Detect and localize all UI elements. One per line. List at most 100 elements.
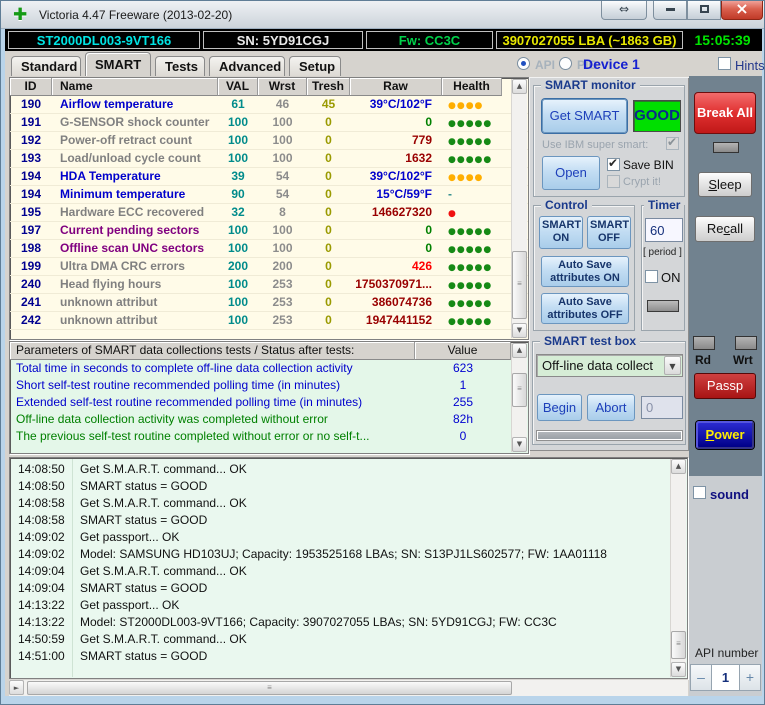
api-radio[interactable] [517, 57, 530, 70]
sound-checkbox[interactable] [693, 486, 706, 499]
log-line: 14:08:58 SMART status = GOOD [18, 513, 208, 527]
power-button[interactable]: Power [696, 421, 754, 449]
break-all-button[interactable]: Break All [694, 92, 756, 134]
drive-capacity[interactable]: 3907027055 LBA (~1863 GB) [496, 31, 683, 49]
test-type-dropdown[interactable]: Off-line data collect ▼ [536, 354, 683, 377]
smart-attribute-row[interactable]: 240 Head flying hours 100 253 0 17503709… [10, 276, 528, 294]
timer-period-input[interactable] [645, 218, 683, 242]
timer-led [647, 300, 679, 312]
save-bin-checkbox[interactable] [607, 156, 620, 171]
smart-attribute-row[interactable]: 199 Ultra DMA CRC errors 200 200 0 426 ●… [10, 258, 528, 276]
col-name[interactable]: Name [52, 78, 218, 96]
col-id[interactable]: ID [10, 78, 52, 96]
smart-attribute-row[interactable]: 198 Offline scan UNC sectors 100 100 0 0… [10, 240, 528, 258]
scroll-thumb[interactable]: ≡ [512, 251, 527, 319]
tab-standard[interactable]: Standard [11, 56, 81, 76]
smart-attribute-row[interactable]: 242 unknown attribut 100 253 0 194744115… [10, 312, 528, 330]
chevron-down-icon[interactable]: ▼ [664, 356, 681, 375]
smart-attribute-row[interactable]: 195 Hardware ECC recovered 32 8 0 146627… [10, 204, 528, 222]
col-health[interactable]: Health [442, 78, 502, 96]
param-row[interactable]: Short self-test routine recommended poll… [10, 377, 528, 394]
col-raw[interactable]: Raw [350, 78, 442, 96]
drive-serial[interactable]: SN: 5YD91CGJ [203, 31, 363, 49]
scroll-thumb[interactable]: ≡ [512, 373, 527, 407]
right-toolbar: Break All Sleep Recall Rd Wrt Passp Powe… [689, 76, 762, 696]
scroll-up-icon[interactable]: ▲ [512, 343, 527, 358]
col-val[interactable]: VAL [218, 78, 258, 96]
log-line: 14:08:50 Get S.M.A.R.T. command... OK [18, 462, 247, 476]
log-line: 14:09:02 Model: SAMSUNG HD103UJ; Capacit… [18, 547, 607, 561]
smart-attribute-row[interactable]: 197 Current pending sectors 100 100 0 0 … [10, 222, 528, 240]
minimize-button[interactable] [653, 1, 687, 20]
smart-attribute-row[interactable]: 193 Load/unload cycle count 100 100 0 16… [10, 150, 528, 168]
pio-radio[interactable] [559, 57, 572, 70]
smart-attribute-row[interactable]: 192 Power-off retract count 100 100 0 77… [10, 132, 528, 150]
scroll-right-icon[interactable]: ► [9, 680, 24, 695]
maximize-button[interactable] [687, 1, 721, 20]
api-plus-button[interactable]: + [739, 664, 761, 691]
scroll-up-icon[interactable]: ▲ [671, 459, 686, 474]
victoria-window: ✚ Victoria 4.47 Freeware (2013-02-20) ⇔ … [0, 0, 765, 705]
abort-button[interactable]: Abort [587, 394, 635, 421]
scroll-down-icon[interactable]: ▼ [671, 662, 686, 677]
scroll-thumb[interactable]: ≡ [27, 681, 512, 695]
smart-attribute-row[interactable]: 194 HDA Temperature 39 54 0 39°C/102°F ●… [10, 168, 528, 186]
close-button[interactable]: × [721, 1, 763, 20]
smart-attribute-row[interactable]: 241 unknown attribut 100 253 0 386074736… [10, 294, 528, 312]
smart-off-button[interactable]: SMART OFF [587, 216, 631, 249]
param-row[interactable]: The previous self-test routine completed… [10, 428, 528, 445]
open-bin-button[interactable]: Open BIN [542, 156, 600, 212]
drive-model[interactable]: ST2000DL003-9VT166 [8, 31, 200, 49]
log-line: 14:09:02 Get passport... OK [18, 530, 180, 544]
tab-advanced[interactable]: Advanced [209, 56, 285, 76]
col-tresh[interactable]: Tresh [307, 78, 350, 96]
scroll-up-icon[interactable]: ▲ [512, 79, 527, 94]
log-scrollbar[interactable]: ▲ ≡ ▼ [670, 459, 686, 677]
health-dash: - [448, 187, 452, 201]
params-scrollbar[interactable]: ▲ ≡ ▼ [511, 343, 527, 452]
write-led [735, 336, 757, 350]
passp-button[interactable]: Passp [694, 373, 756, 399]
smart-test-box-title: SMART test box [540, 334, 641, 348]
read-led [693, 336, 715, 350]
title-bar[interactable]: ✚ Victoria 4.47 Freeware (2013-02-20) ⇔ … [1, 1, 764, 29]
autosave-off-button[interactable]: Auto Save attributes OFF [541, 293, 629, 324]
geometry-button[interactable]: ⇔ [601, 1, 647, 20]
sleep-button[interactable]: Sleep [698, 172, 752, 197]
recall-button[interactable]: Recall [695, 216, 755, 242]
health-dots: ●●●● [448, 101, 484, 111]
health-dots: ●●●●● [448, 119, 493, 129]
health-dots: ●●●●● [448, 227, 493, 237]
log-body: 14:08:50 Get S.M.A.R.T. command... OK 14… [10, 461, 687, 665]
api-number-value: 1 [712, 664, 739, 691]
smart-table-scrollbar[interactable]: ▲ ≡ ▼ [511, 79, 527, 338]
drive-firmware[interactable]: Fw: CC3C [366, 31, 493, 49]
smart-attribute-row[interactable]: 191 G-SENSOR shock counter 100 100 0 0 ●… [10, 114, 528, 132]
tab-smart[interactable]: SMART [85, 52, 151, 76]
hints-checkbox[interactable] [718, 57, 731, 70]
col-wrst[interactable]: Wrst [258, 78, 307, 96]
param-row[interactable]: Off-line data collection activity was co… [10, 411, 528, 428]
client-area: ID Name VAL Wrst Tresh Raw Health 190 Ai… [5, 76, 762, 696]
scroll-down-icon[interactable]: ▼ [512, 437, 527, 452]
smart-attribute-row[interactable]: 194 Minimum temperature 90 54 0 15°C/59°… [10, 186, 528, 204]
health-dots: ●●●●● [448, 137, 493, 147]
log-horizontal-scrollbar[interactable]: ◄ ≡ ► [9, 679, 688, 696]
timer-on-checkbox[interactable] [645, 270, 658, 283]
param-row[interactable]: Extended self-test routine recommended p… [10, 394, 528, 411]
param-row[interactable]: Total time in seconds to complete off-li… [10, 360, 528, 377]
api-minus-button[interactable]: – [690, 664, 712, 691]
autosave-on-button[interactable]: Auto Save attributes ON [541, 256, 629, 287]
smart-attribute-row[interactable]: 190 Airflow temperature 61 46 45 39°C/10… [10, 96, 528, 114]
scroll-thumb[interactable]: ≡ [671, 631, 686, 659]
control-title: Control [541, 198, 592, 212]
tab-tests[interactable]: Tests [155, 56, 205, 76]
get-smart-button[interactable]: Get SMART [542, 99, 627, 133]
tab-setup[interactable]: Setup [289, 56, 341, 76]
scroll-down-icon[interactable]: ▼ [512, 323, 527, 338]
begin-button[interactable]: Begin [537, 394, 582, 421]
smart-on-button[interactable]: SMART ON [539, 216, 583, 249]
test-progress-field[interactable] [641, 396, 683, 419]
sound-label: sound [710, 487, 749, 502]
drive-info-bar: ST2000DL003-9VT166 SN: 5YD91CGJ Fw: CC3C… [5, 29, 762, 51]
